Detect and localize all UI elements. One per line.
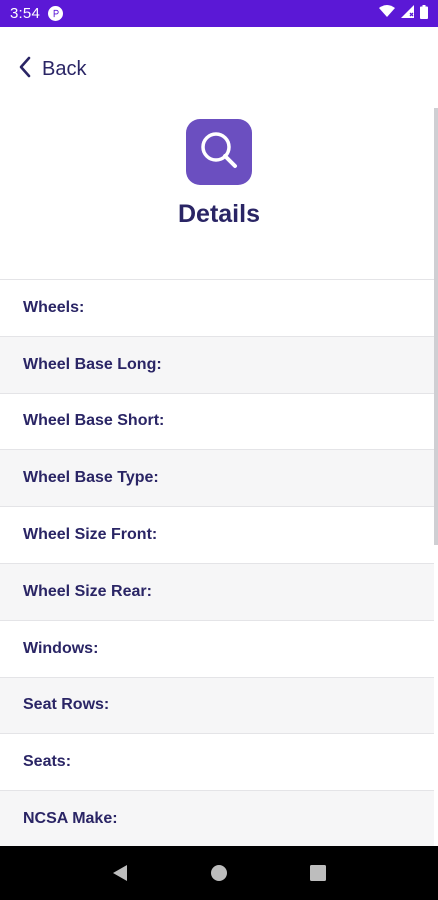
status-time: 3:54: [10, 5, 40, 22]
detail-label: Wheel Size Front:: [23, 526, 158, 544]
detail-label: NCSA Make:: [23, 810, 118, 828]
detail-row-wheel-base-short: Wheel Base Short:: [0, 394, 434, 451]
back-triangle-icon[interactable]: [100, 853, 140, 893]
detail-row-seat-rows: Seat Rows:: [0, 677, 434, 735]
status-icons: [379, 4, 428, 23]
detail-label: Windows:: [23, 639, 99, 657]
system-nav-bar: [0, 846, 438, 900]
back-label: Back: [42, 57, 87, 80]
battery-icon: [420, 4, 428, 23]
detail-row-seats: Seats:: [0, 734, 434, 792]
detail-row-wheels: Wheels:: [0, 280, 434, 337]
detail-row-wheel-base-type: Wheel Base Type:: [0, 450, 434, 508]
details-list: Wheels: Wheel Base Long: Wheel Base Shor…: [0, 279, 434, 848]
status-bar: 3:54: [0, 0, 438, 27]
detail-label: Seat Rows:: [23, 696, 110, 714]
detail-label: Wheels:: [23, 298, 85, 316]
page-title: Details: [178, 200, 260, 228]
detail-label: Wheel Base Short:: [23, 412, 165, 430]
detail-label: Wheel Size Rear:: [23, 582, 152, 600]
recents-square-icon[interactable]: [298, 853, 338, 893]
detail-row-ncsa-make: NCSA Make:: [0, 791, 434, 848]
detail-label: Wheel Base Long:: [23, 355, 162, 373]
wifi-icon: [379, 5, 395, 22]
detail-label: Seats:: [23, 753, 72, 771]
search-icon: [198, 129, 240, 176]
detail-row-windows: Windows:: [0, 621, 434, 678]
detail-label: Wheel Base Type:: [23, 469, 159, 487]
scrollbar[interactable]: [434, 108, 438, 545]
app-notification-icon: [48, 6, 63, 21]
signal-icon: [401, 5, 414, 22]
details-logo: [186, 119, 252, 185]
detail-row-wheel-size-rear: Wheel Size Rear:: [0, 563, 434, 621]
chevron-left-icon: [18, 56, 32, 83]
detail-row-wheel-base-long: Wheel Base Long:: [0, 336, 434, 394]
detail-row-wheel-size-front: Wheel Size Front:: [0, 507, 434, 564]
home-circle-icon[interactable]: [199, 853, 239, 893]
back-button[interactable]: Back: [18, 52, 86, 86]
